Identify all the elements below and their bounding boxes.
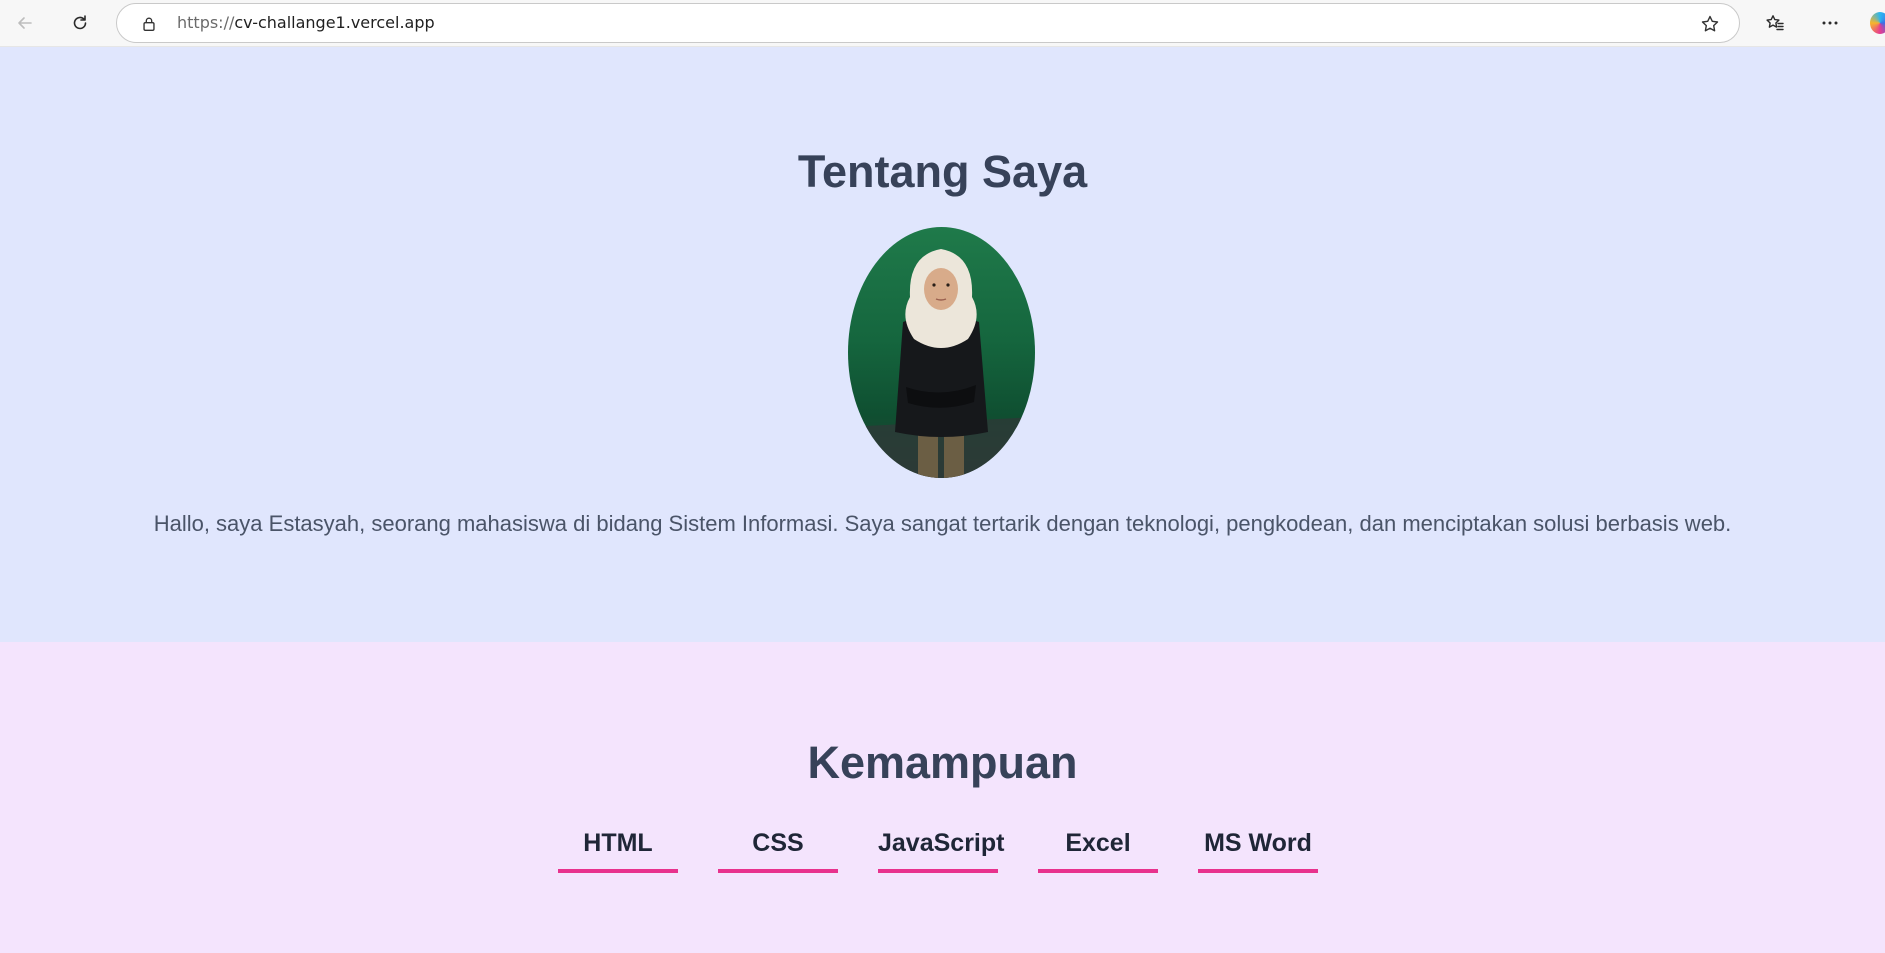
skill-item-javascript: JavaScript	[878, 823, 1004, 873]
address-bar[interactable]: https://cv-challange1.vercel.app	[116, 3, 1740, 43]
skill-item-css: CSS	[718, 823, 838, 873]
star-icon[interactable]	[1699, 13, 1721, 35]
skills-section: Kemampuan HTML CSS JavaScript Excel MS W…	[0, 642, 1885, 953]
about-section: Tentang Saya Hallo, saya Estasyah, seora…	[0, 47, 1885, 642]
about-description: Hallo, saya Estasyah, seorang mahasiswa …	[153, 511, 1732, 536]
url-host: cv-challange1.vercel.app	[234, 13, 435, 32]
skill-item-html: HTML	[558, 823, 678, 873]
lock-icon[interactable]	[139, 14, 159, 34]
refresh-icon[interactable]	[63, 6, 97, 40]
page-content: Tentang Saya Hallo, saya Estasyah, seora…	[0, 47, 1885, 953]
skill-item-excel: Excel	[1038, 823, 1158, 873]
url-text[interactable]: https://cv-challange1.vercel.app	[177, 4, 435, 42]
edge-logo[interactable]	[1870, 12, 1885, 34]
profile-photo	[848, 227, 1035, 478]
about-title: Tentang Saya	[797, 146, 1088, 197]
browser-toolbar: https://cv-challange1.vercel.app	[0, 0, 1885, 47]
url-protocol: https://	[177, 13, 235, 32]
skill-list: HTML CSS JavaScript Excel MS Word	[558, 823, 1318, 873]
skills-title: Kemampuan	[807, 737, 1078, 788]
back-icon[interactable]	[8, 6, 42, 40]
favorites-icon[interactable]	[1758, 6, 1792, 40]
profile-photo-illustration	[848, 249, 1035, 478]
skill-item-ms-word: MS Word	[1198, 823, 1318, 873]
more-icon[interactable]	[1813, 6, 1847, 40]
